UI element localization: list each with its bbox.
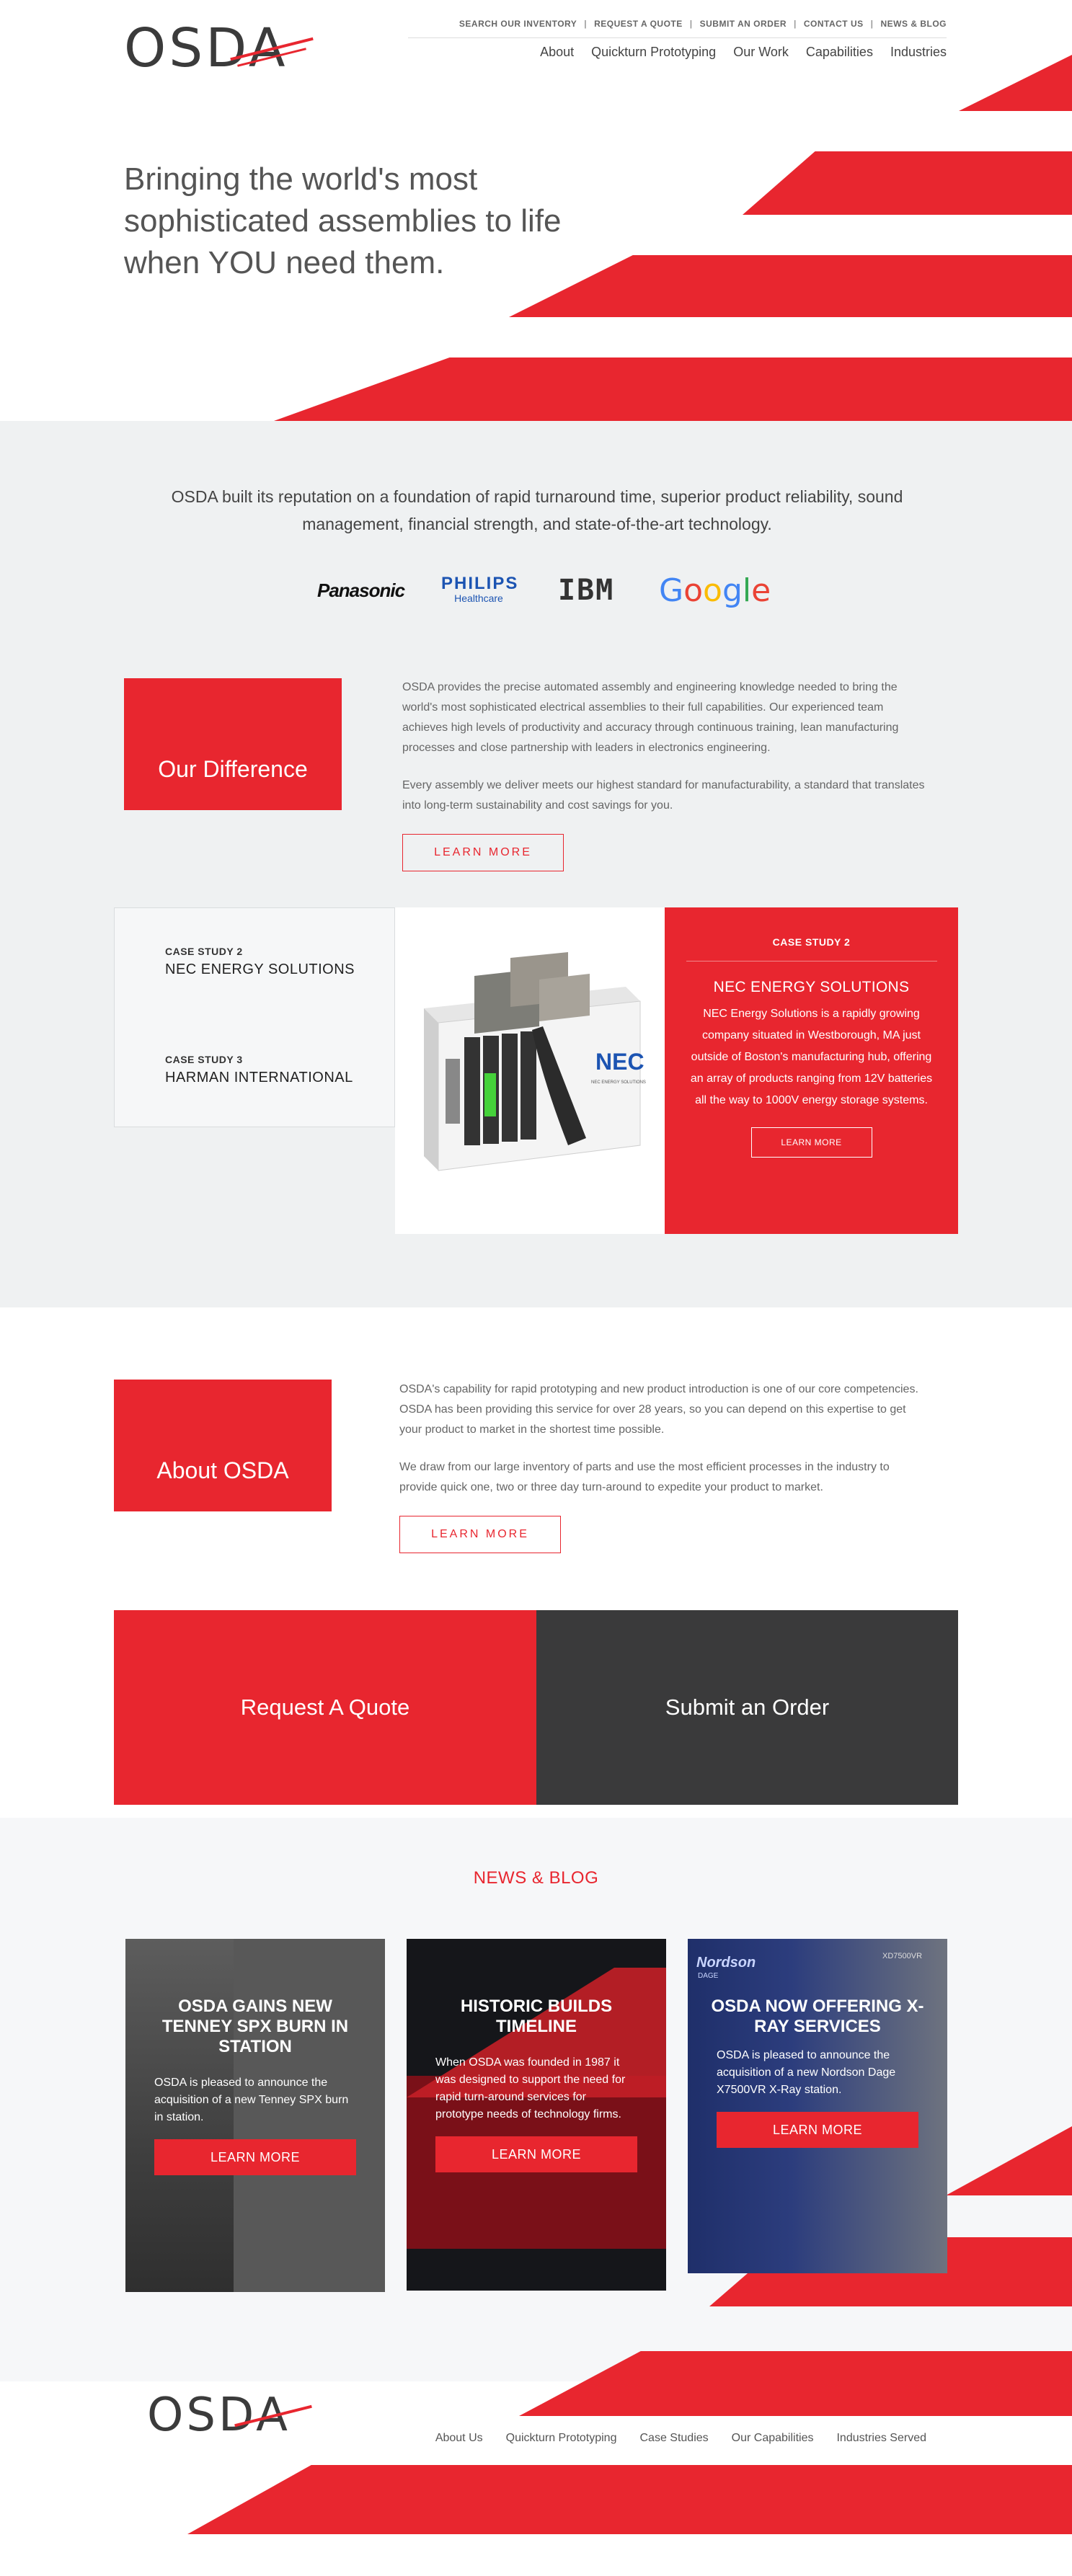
client-logos: Panasonic PHILIPS Healthcare IBM Google [0,572,1072,609]
submit-order-label: Submit an Order [665,1695,830,1720]
footer-logo[interactable]: OSDA [147,2389,312,2442]
util-news-blog[interactable]: NEWS & BLOG [881,19,947,29]
request-quote-label: Request A Quote [240,1695,410,1720]
main-nav: About Quickturn Prototyping Our Work Cap… [540,45,947,60]
news-card-xray[interactable]: Nordson DAGE XD7500VR OSDA NOW OFFERING … [688,1939,947,2273]
panasonic-logo: Panasonic [317,579,405,601]
our-difference-box: Our Difference [124,678,342,810]
card-machine-body [688,1939,947,2273]
news-card-learn-more-button[interactable]: LEARN MORE [717,2112,918,2148]
ibm-logo: IBM [558,574,615,607]
case-study-detail-description: NEC Energy Solutions is a rapidly growin… [690,1008,933,1106]
case-study-detail-kicker: CASE STUDY 2 [772,936,851,948]
hero-stripe-4 [274,357,1072,421]
hero-heading: Bringing the world's most sophisticated … [124,161,562,280]
news-card-text: OSDA is pleased to announce the acquisit… [154,2077,349,2123]
footer-stripe-2 [187,2465,1072,2534]
nav-quickturn-prototyping[interactable]: Quickturn Prototyping [591,45,716,60]
nav-our-work[interactable]: Our Work [733,45,789,60]
news-card-text: When OSDA was founded in 1987 it was des… [435,2056,626,2120]
request-quote-cta[interactable]: Request A Quote [114,1610,536,1805]
news-card-tenney[interactable]: OSDA GAINS NEW TENNEY SPX BURN IN STATIO… [125,1939,385,2292]
google-logo: Google [659,572,771,609]
footer-nav-industries[interactable]: Industries Served [836,2432,926,2445]
philips-logo: PHILIPS Healthcare [441,574,519,604]
case-study-list: CASE STUDY 2 NEC ENERGY SOLUTIONS CASE S… [114,907,395,1127]
util-submit-order[interactable]: SUBMIT AN ORDER [700,19,787,29]
news-card-learn-more-button[interactable]: LEARN MORE [154,2139,356,2175]
footer-nav-capabilities[interactable]: Our Capabilities [732,2432,814,2445]
nav-industries[interactable]: Industries [890,45,947,60]
utility-nav: SEARCH OUR INVENTORY | REQUEST A QUOTE | S… [459,19,947,29]
svg-text:NEC: NEC [595,1049,644,1075]
news-card-title: OSDA NOW OFFERING X-RAY SERVICES [711,1997,924,2036]
machine-sub: DAGE [698,1972,719,1980]
news-card-learn-more-button[interactable]: LEARN MORE [435,2136,637,2172]
case-study-learn-more-button[interactable]: LEARN MORE [750,1127,872,1158]
about-osda-title: About OSDA [156,1457,289,1483]
footer-nav: About Us Quickturn Prototyping Case Stud… [435,2432,926,2445]
news-card-timeline[interactable]: HISTORIC BUILDS TIMELINE When OSDA was f… [407,1939,666,2291]
news-card-text: OSDA is pleased to announce the acquisit… [717,2049,896,2096]
about-paragraph-1: OSDA's capability for rapid prototyping … [399,1383,918,1436]
our-difference-title: Our Difference [158,756,308,782]
footer-nav-case-studies[interactable]: Case Studies [639,2432,708,2445]
news-card-title: OSDA GAINS NEW TENNEY SPX BURN IN STATIO… [161,1997,349,2056]
footer-nav-quickturn[interactable]: Quickturn Prototyping [506,2432,617,2445]
util-contact-us[interactable]: CONTACT US [804,19,864,29]
case-study-detail-title: NEC ENERGY SOLUTIONS [713,979,910,995]
hero-stripe-2 [743,151,1072,215]
difference-paragraph-2: Every assembly we deliver meets our high… [402,779,925,812]
nav-capabilities[interactable]: Capabilities [806,45,873,60]
about-paragraph-2: We draw from our large inventory of part… [399,1461,890,1493]
difference-learn-more-button[interactable]: LEARN MORE [402,834,564,871]
news-card-title: HISTORIC BUILDS TIMELINE [460,1997,613,2036]
hero-stripe-1 [959,55,1072,111]
footer-nav-about-us[interactable]: About Us [435,2432,483,2445]
util-request-quote[interactable]: REQUEST A QUOTE [594,19,683,29]
header-divider [408,37,947,38]
machine-model: XD7500VR [882,1952,923,1960]
svg-text:NEC ENERGY SOLUTIONS: NEC ENERGY SOLUTIONS [591,1080,646,1085]
reputation-text: OSDA built its reputation on a foundatio… [171,487,903,533]
submit-order-cta[interactable]: Submit an Order [536,1610,958,1805]
case-study-image: NEC NEC ENERGY SOLUTIONS [395,907,665,1234]
nec-battery-container-illustration: NEC NEC ENERGY SOLUTIONS [424,952,646,1171]
case-study-item-harman[interactable]: CASE STUDY 3 HARMAN INTERNATIONAL [165,1054,353,1086]
machine-brand: Nordson [696,1955,756,1971]
difference-paragraph-1: OSDA provides the precise automated asse… [402,681,899,754]
case-study-detail: CASE STUDY 2 NEC ENERGY SOLUTIONS NEC En… [665,907,958,1234]
site-logo[interactable]: OSDA [124,17,314,79]
nav-about[interactable]: About [540,45,574,60]
about-learn-more-button[interactable]: LEARN MORE [399,1516,561,1553]
about-osda-box: About OSDA [114,1380,332,1511]
util-search-inventory[interactable]: SEARCH OUR INVENTORY [459,19,577,29]
news-title: NEWS & BLOG [473,1868,599,1888]
case-study-item-nec[interactable]: CASE STUDY 2 NEC ENERGY SOLUTIONS [165,946,355,978]
